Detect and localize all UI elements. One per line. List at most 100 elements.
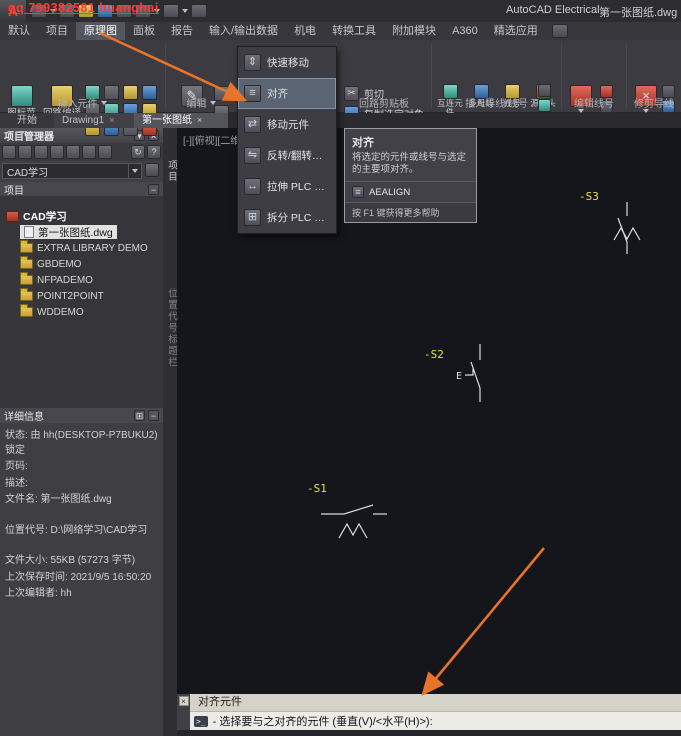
tooltip-description: 将选定的元件或线号与选定的主要项对齐。 — [352, 152, 467, 175]
vertical-tab-project[interactable]: 项目 — [164, 160, 178, 183]
tree-item-label: NFPADEMO — [37, 274, 93, 286]
tree-item-point2point[interactable]: POINT2POINT — [0, 288, 163, 304]
menu-item-quick-move[interactable]: ⇕ 快速移动 — [238, 47, 336, 78]
details-collapse-icon[interactable]: − — [148, 410, 159, 421]
schematic-symbol-s2[interactable]: -S2 E — [424, 344, 481, 402]
project-settings-icon[interactable] — [34, 145, 48, 159]
app-title: AutoCAD Electrical — [506, 4, 600, 16]
command-close-icon[interactable]: × — [178, 696, 189, 706]
tree-item-wddemo[interactable]: WDDEMO — [0, 304, 163, 320]
menu-item-label: 拆分 PLC 模块 — [267, 212, 330, 224]
tree-item-label: POINT2POINT — [37, 290, 104, 302]
edit-flyout-menu: ⇕ 快速移动 ≡ 对齐 ⇄ 移动元件 ⇋ 反转/翻转元件 ↔ 拉伸 PLC 模块… — [237, 46, 337, 234]
schematic-symbol-s1[interactable]: -S1 — [307, 482, 387, 539]
panel-flyout-icon — [209, 100, 216, 105]
project-manager-options-icon[interactable] — [98, 145, 112, 159]
menu-item-align[interactable]: ≡ 对齐 — [238, 78, 336, 109]
insert-component-tool-grid — [85, 85, 161, 139]
vertical-tab-location-titleblock[interactable]: 位置代号标题栏 — [164, 288, 178, 369]
doc-tab-drawing1[interactable]: Drawing1 × — [54, 113, 134, 128]
open-project-icon[interactable] — [18, 145, 32, 159]
ribbon-tab-bar: 默认 项目 原理图 面板 报告 输入/输出数据 机电 转换工具 附加模块 A36… — [0, 22, 681, 40]
command-history: 对齐元件 — [190, 694, 681, 711]
close-icon[interactable]: × — [197, 113, 202, 128]
watermark-text: qq 799382581 huanghai — [8, 1, 159, 15]
edit-wirenum-panel-label[interactable]: 编辑线号 — [562, 95, 626, 110]
redo-button[interactable] — [163, 4, 179, 18]
folder-icon — [20, 256, 33, 269]
menu-item-stretch-plc[interactable]: ↔ 拉伸 PLC 模块 — [238, 171, 336, 202]
insert-wires-panel-label[interactable]: 插入导线/线号 — [432, 95, 561, 110]
project-combo-value: CAD学习 — [7, 167, 49, 179]
menu-item-reverse-flip[interactable]: ⇋ 反转/翻转元件 — [238, 140, 336, 171]
ribbon-tab-project[interactable]: 项目 — [38, 22, 76, 40]
folder-icon — [20, 240, 33, 253]
chevron-down-icon — [182, 9, 188, 13]
ribbon-tab-electromechanical[interactable]: 机电 — [286, 22, 324, 40]
command-input-row[interactable]: >_ - 选择要与之对齐的元件 (垂直(V)/<水平(H)>): — [190, 711, 681, 730]
plot-project-icon[interactable] — [66, 145, 80, 159]
symbol-label-s1[interactable]: -S1 — [307, 482, 327, 495]
ribbon-tab-featured-apps[interactable]: 精选应用 — [486, 22, 546, 40]
ribbon-tab-addins[interactable]: 附加模块 — [384, 22, 444, 40]
close-icon[interactable]: × — [109, 113, 114, 128]
detail-description: 描述: — [5, 477, 28, 489]
insert-components-panel-label[interactable]: 插入元件 — [0, 95, 164, 110]
tree-item-label: EXTRA LIBRARY DEMO — [37, 242, 148, 254]
ribbon-tab-schematic[interactable]: 原理图 — [76, 22, 125, 40]
tooltip-help: 按 F1 键获得更多帮助 — [345, 202, 476, 222]
tree-item-label: WDDEMO — [37, 306, 84, 318]
tree-item-nfpademo[interactable]: NFPADEMO — [0, 272, 163, 288]
command-prompt-text: - 选择要与之对齐的元件 (垂直(V)/<水平(H)>): — [212, 716, 433, 728]
refresh-icon[interactable]: ↻ — [131, 145, 145, 159]
symbol-label-s2[interactable]: -S2 — [424, 348, 444, 361]
align-tooltip: 对齐 将选定的元件或线号与选定的主要项对齐。 ≡ AEALIGN 按 F1 键获… — [344, 128, 477, 223]
chevron-down-icon — [18, 131, 25, 135]
edit-panel-label[interactable]: 编辑 — [166, 95, 236, 110]
project-tasks-icon[interactable] — [82, 145, 96, 159]
detail-filesize: 文件大小: 55KB (57273 字节) — [5, 555, 136, 566]
menu-item-move-component[interactable]: ⇄ 移动元件 — [238, 109, 336, 140]
tree-item-drawing-selected[interactable]: 第一张图纸.dwg — [0, 224, 163, 240]
ribbon-tab-panel[interactable]: 面板 — [125, 22, 163, 40]
command-icon: ≡ — [352, 186, 364, 198]
menu-item-split-plc[interactable]: ⊞ 拆分 PLC 模块 — [238, 202, 336, 233]
detail-status: 状态: 由 hh(DESKTOP-P7BUKU2) 锁定 — [5, 430, 158, 456]
ribbon-options-icon[interactable] — [551, 24, 568, 38]
details-list-view-icon[interactable]: ⊞ — [134, 410, 145, 421]
details-section-header[interactable]: 详细信息 ⊞ − — [0, 408, 163, 423]
ribbon-tab-reports[interactable]: 报告 — [163, 22, 201, 40]
symbol-label-s3[interactable]: -S3 — [579, 190, 599, 203]
trim-panel-label[interactable]: 修剪导线 — [627, 95, 681, 110]
schematic-symbol-s3[interactable]: -S3 — [579, 190, 641, 254]
align-icon: ≡ — [244, 85, 261, 102]
folder-icon — [20, 304, 33, 317]
tree-item-gbdemo[interactable]: GBDEMO — [0, 256, 163, 272]
collapse-icon[interactable]: − — [148, 183, 159, 195]
clipboard-panel-label[interactable]: 回路剪贴板 — [337, 95, 431, 110]
drawing-list-icon[interactable] — [50, 145, 64, 159]
combo-dropdown-icon[interactable] — [132, 169, 138, 173]
tree-item-extra-library-demo[interactable]: EXTRA LIBRARY DEMO — [0, 240, 163, 256]
doc-tab-label: Drawing1 — [62, 115, 105, 126]
new-project-icon[interactable] — [2, 145, 16, 159]
menu-item-label: 拉伸 PLC 模块 — [267, 181, 330, 193]
doc-tab-label: 开始 — [17, 115, 37, 126]
tree-item-label: CAD学习 — [23, 210, 67, 223]
doc-tab-start[interactable]: 开始 — [0, 113, 54, 128]
doc-tab-active-drawing[interactable]: 第一张图纸 × — [134, 113, 228, 128]
tree-item-project-root[interactable]: CAD学习 — [0, 208, 163, 224]
document-title: 第一张图纸.dwg — [599, 7, 678, 19]
projects-section-header[interactable]: 项目 − — [0, 182, 163, 197]
menu-item-label: 对齐 — [267, 88, 288, 100]
ribbon-tab-a360[interactable]: A360 — [444, 22, 486, 40]
more-commands-button[interactable] — [191, 4, 207, 18]
menu-item-label: 快速移动 — [267, 57, 309, 69]
help-icon[interactable]: ? — [147, 145, 161, 159]
ribbon-tab-home[interactable]: 默认 — [0, 22, 38, 40]
ribbon-tab-conversion-tools[interactable]: 转换工具 — [324, 22, 384, 40]
ribbon-tab-io-data[interactable]: 输入/输出数据 — [201, 22, 286, 40]
project-combo[interactable]: CAD学习 — [2, 163, 142, 179]
project-tree: CAD学习 第一张图纸.dwg EXTRA LIBRARY DEMO GBDEM… — [0, 196, 163, 408]
project-browse-icon[interactable] — [145, 163, 159, 177]
